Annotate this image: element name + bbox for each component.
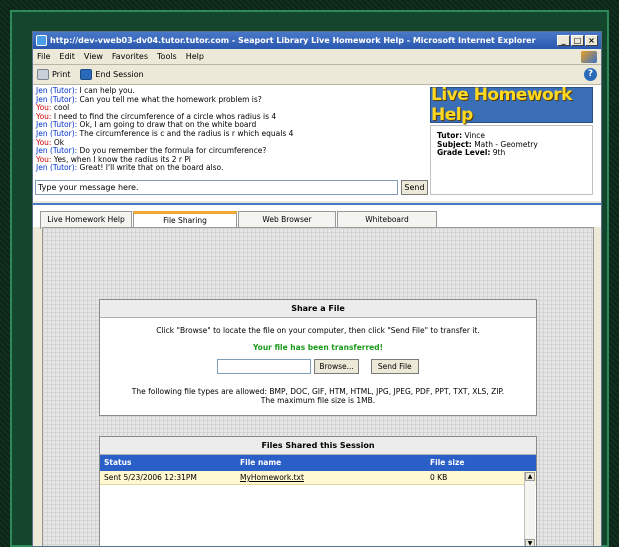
menu-tools[interactable]: Tools (157, 52, 177, 61)
allowed-file-types: The following file types are allowed: BM… (100, 387, 536, 405)
chat-sender: Jen (Tutor): (36, 163, 78, 173)
allowed-types-line: The following file types are allowed: BM… (131, 387, 505, 396)
table-row: Sent 5/23/2006 12:31PM MyHomework.txt 0 … (100, 471, 536, 485)
logo-text: Live Homework Help (431, 85, 572, 125)
shared-files-title: Files Shared this Session (100, 437, 536, 455)
menu-view[interactable]: View (84, 52, 103, 61)
scroll-down-arrow-icon[interactable]: ▼ (525, 539, 535, 546)
send-file-button[interactable]: Send File (370, 359, 419, 374)
chat-text: Can you tell me what the homework proble… (77, 94, 262, 104)
scroll-up-arrow-icon[interactable]: ▲ (525, 472, 535, 481)
message-compose: Send (35, 180, 428, 195)
menu-file[interactable]: File (37, 52, 50, 61)
menu-edit[interactable]: Edit (59, 52, 75, 61)
close-button[interactable]: × (585, 35, 598, 46)
share-instructions: Click "Browse" to locate the file on you… (156, 326, 480, 335)
send-button[interactable]: Send (401, 180, 428, 195)
file-status: Sent 5/23/2006 12:31PM (104, 473, 197, 482)
menu-help[interactable]: Help (186, 52, 204, 61)
shared-files-panel: Files Shared this Session Status File na… (99, 436, 537, 546)
table-header: Status File name File size (100, 455, 536, 471)
title-bar: http://dev-vweb03-dv04.tutor.tutor.com -… (33, 32, 601, 49)
windows-logo-icon (581, 50, 597, 63)
session-header: Jen (Tutor): I can help you. Jen (Tutor)… (33, 85, 601, 201)
chat-line: Jen (Tutor): Can you tell me what the ho… (36, 94, 427, 105)
tab-bar: Live Homework Help File Sharing Web Brow… (33, 203, 601, 229)
print-button[interactable]: Print (37, 69, 70, 80)
ie-icon (36, 35, 47, 46)
share-file-title: Share a File (100, 300, 536, 318)
tutor-info-panel: Tutor: Vince Subject: Math - Geometry Gr… (430, 125, 593, 195)
max-size-line: The maximum file size is 1MB. (260, 396, 376, 405)
print-label: Print (52, 70, 71, 79)
file-select-row: Browse... Send File (100, 359, 536, 374)
end-session-label: End Session (95, 70, 144, 79)
share-file-body: Click "Browse" to locate the file on you… (100, 326, 536, 405)
browse-button[interactable]: Browse... (314, 359, 359, 374)
chat-text: The circumference is c and the radius is… (77, 128, 294, 138)
minimize-button[interactable]: _ (557, 35, 570, 46)
grade-value: 9th (490, 148, 506, 158)
end-session-button[interactable]: End Session (80, 69, 144, 80)
column-status: Status (104, 458, 132, 467)
chat-text: Great! I'll write that on the board also… (77, 163, 224, 173)
file-size: 0 KB (430, 473, 448, 482)
chat-log[interactable]: Jen (Tutor): I can help you. Jen (Tutor)… (35, 87, 428, 178)
share-file-panel: Share a File Click "Browse" to locate th… (99, 299, 537, 416)
file-name-link[interactable]: MyHomework.txt (240, 471, 430, 484)
file-sharing-pane: Share a File Click "Browse" to locate th… (42, 227, 594, 546)
menu-bar: File Edit View Favorites Tools Help (33, 49, 601, 65)
window-title: http://dev-vweb03-dv04.tutor.tutor.com -… (50, 36, 536, 45)
maximize-button[interactable]: □ (571, 35, 584, 46)
browser-window: http://dev-vweb03-dv04.tutor.tutor.com -… (32, 31, 602, 547)
live-homework-help-logo: Live Homework Help (430, 85, 593, 125)
chat-line: Jen (Tutor): Great! I'll write that on t… (36, 164, 427, 173)
message-input[interactable] (35, 180, 398, 195)
transfer-success-message: Your file has been transferred! (252, 343, 384, 352)
menu-favorites[interactable]: Favorites (112, 52, 148, 61)
grade-line: Grade Level: 9th (437, 148, 586, 158)
column-file-size: File size (430, 458, 465, 467)
column-file-name: File name (240, 458, 282, 467)
chat-line: Jen (Tutor): The circumference is c and … (36, 128, 427, 139)
shared-files-table: Status File name File size Sent 5/23/200… (100, 455, 536, 485)
printer-icon (37, 69, 49, 80)
toolbar: Print End Session ? (33, 65, 601, 85)
end-session-icon (80, 69, 93, 80)
help-icon[interactable]: ? (584, 68, 597, 81)
grade-label: Grade Level: (437, 148, 491, 158)
file-path-input[interactable] (217, 359, 312, 374)
window-controls: _ □ × (557, 35, 598, 46)
files-scrollbar[interactable]: ▲ ▼ (524, 472, 535, 546)
